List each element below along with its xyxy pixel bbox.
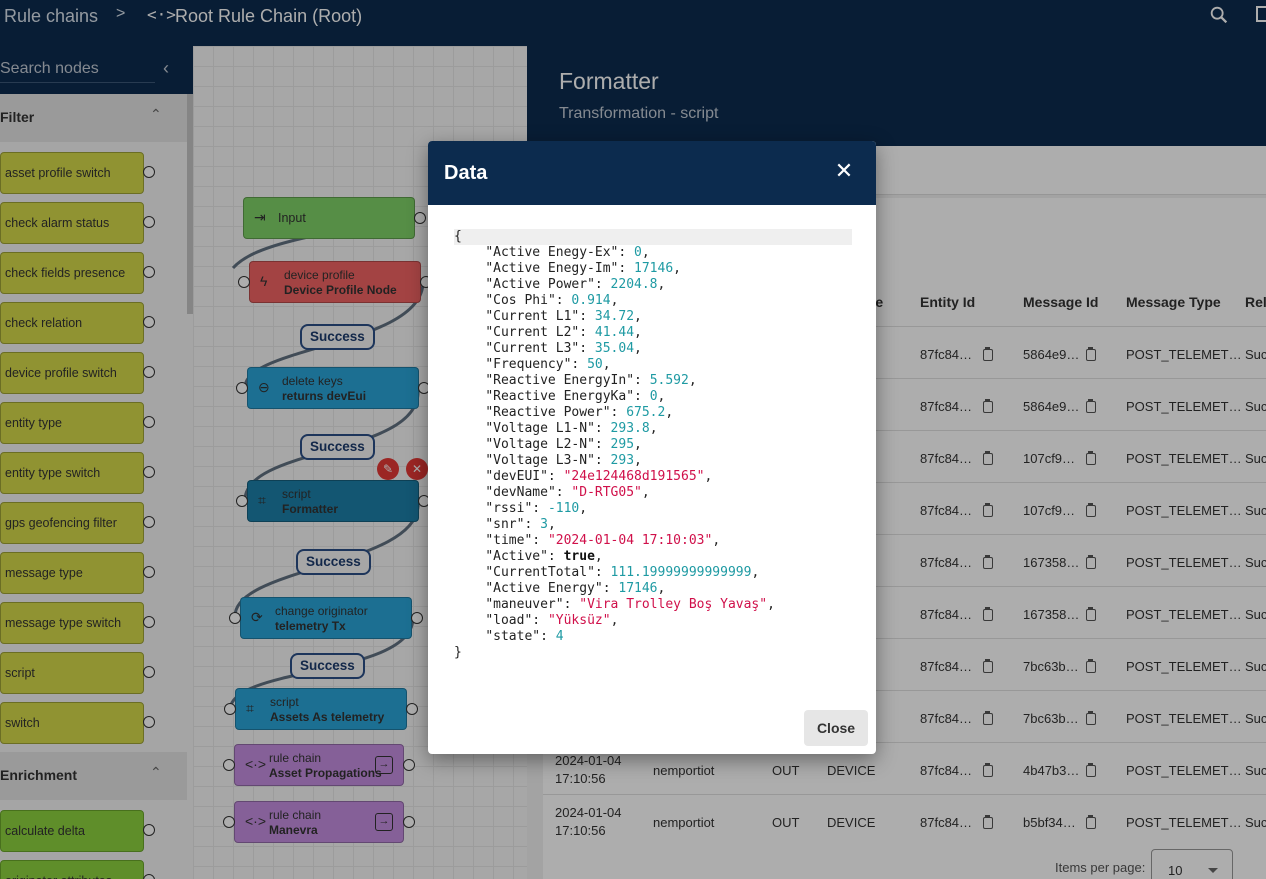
json-value: 2204.8 [610,277,658,292]
json-line: "maneuver": "Vira Trolley Boş Yavaş", [485,597,775,612]
json-line: "rssi": -110, [485,501,588,516]
json-value: "D-RTG05" [571,485,642,500]
json-key: Voltage L2-N [493,437,588,452]
json-key: Current L1 [493,309,572,324]
dialog-title: Data [444,162,488,184]
json-line: "Reactive EnergyKa": 0, [485,389,666,404]
json-key: maneuver [493,597,556,612]
json-line: "snr": 3, [485,517,556,532]
json-brace: { [454,229,462,244]
json-line: "Active Energy": 17146, [485,581,666,596]
json-line: "Reactive EnergyIn": 5.592, [485,373,697,388]
json-key: Voltage L1-N [493,421,588,436]
json-value: "Vira Trolley Boş Yavaş" [579,597,768,612]
json-value: true [563,549,595,564]
json-key: load [493,613,525,628]
json-value: 293 [610,453,635,468]
json-line: "Reactive Power": 675.2, [485,405,674,420]
json-line: "time": "2024-01-04 17:10:03", [485,533,721,548]
json-value: 293.8 [610,421,650,436]
json-key: Current L3 [493,341,572,356]
json-key: Active Enegy-Ex [493,245,611,260]
dialog-header: Data ✕ [428,141,876,205]
json-value: "24e124468d191565" [563,469,705,484]
json-key: CurrentTotal [493,565,588,580]
json-value: 0 [649,389,658,404]
json-key: Frequency [493,357,564,372]
json-value: 50 [587,357,603,372]
json-line: "load": "Yüksüz", [485,613,619,628]
json-key: state [493,629,533,644]
json-value: "2024-01-04 17:10:03" [547,533,713,548]
json-line: "Voltage L2-N": 295, [485,437,642,452]
json-key: Active Energy [493,581,595,596]
json-line: "devEUI": "24e124468d191565", [485,469,713,484]
json-key: devName [493,485,548,500]
json-line: "CurrentTotal": 111.19999999999999, [485,565,760,580]
json-value: 675.2 [626,405,666,420]
json-brace: } [454,645,462,660]
json-line: "Active Power": 2204.8, [485,277,666,292]
json-value: 34.72 [594,309,635,324]
close-button[interactable]: Close [804,710,868,746]
json-line: "Current L1": 34.72, [485,309,642,324]
json-line: "Current L3": 35.04, [485,341,642,356]
json-line: "Cos Phi": 0.914, [485,293,619,308]
json-key: Reactive EnergyIn [493,373,627,388]
data-dialog: Data ✕ { "Active Enegy-Ex": 0, "Active E… [428,141,876,754]
json-viewer[interactable]: { "Active Enegy-Ex": 0, "Active Enegy-Im… [454,229,852,669]
json-key: Active Enegy-Im [493,261,611,276]
json-value: 295 [610,437,635,452]
json-value: 41.44 [594,325,635,340]
json-key: Reactive Power [493,405,603,420]
json-line: "Voltage L3-N": 293, [485,453,642,468]
json-line: "Current L2": 41.44, [485,325,642,340]
json-line: { [454,229,852,245]
json-line: "Frequency": 50, [485,357,611,372]
json-key: Cos Phi [493,293,548,308]
json-value: 3 [540,517,548,532]
json-value: 0.914 [571,293,611,308]
json-line: "devName": "D-RTG05", [485,485,650,500]
json-key: devEUI [493,469,541,484]
json-key: time [493,533,525,548]
json-key: Active [493,549,541,564]
json-value: -110 [547,501,580,516]
json-value: 17146 [618,581,658,596]
json-value: 0 [634,245,642,260]
json-value: 35.04 [594,341,635,356]
json-key: snr [493,517,517,532]
json-value: "Yüksüz" [547,613,611,628]
json-key: Voltage L3-N [493,453,588,468]
json-value: 111.19999999999999 [610,565,752,580]
json-key: Reactive EnergyKa [493,389,627,404]
json-line: "Voltage L1-N": 293.8, [485,421,658,436]
json-line: "Active Enegy-Im": 17146, [485,261,681,276]
json-line: "Active Enegy-Ex": 0, [485,245,650,260]
json-value: 5.592 [649,373,689,388]
json-value: 4 [555,629,564,644]
close-icon[interactable]: ✕ [832,159,856,183]
json-key: Current L2 [493,325,572,340]
json-line: } [454,645,852,661]
json-value: 17146 [634,261,674,276]
json-key: Active Power [493,277,588,292]
json-line: "Active": true, [485,549,603,564]
json-line: "state": 4 [485,629,564,644]
json-key: rssi [493,501,525,516]
